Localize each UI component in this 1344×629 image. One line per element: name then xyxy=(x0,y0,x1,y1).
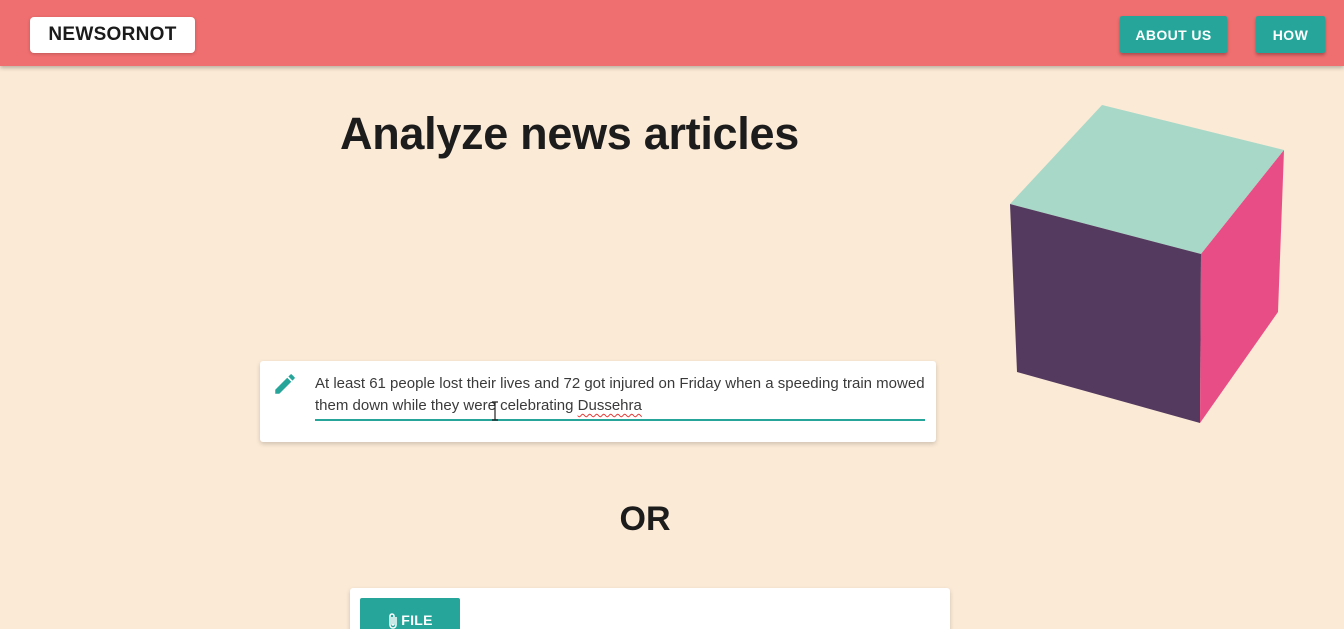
page: NEWSORNOT ABOUT US HOW Analyze news arti… xyxy=(0,0,1344,629)
page-title: Analyze news articles xyxy=(340,108,799,159)
file-upload-button[interactable]: FILE xyxy=(360,598,460,629)
cube-graphic xyxy=(1010,105,1284,423)
or-separator: OR xyxy=(619,500,671,538)
paperclip-icon xyxy=(389,613,397,629)
pencil-icon xyxy=(275,374,295,394)
brand-logo[interactable]: NEWSORNOT xyxy=(30,17,195,53)
misspelled-word: Dussehra xyxy=(577,397,642,414)
about-us-button[interactable]: ABOUT US xyxy=(1120,16,1227,53)
how-button[interactable]: HOW xyxy=(1256,16,1325,53)
article-text-input[interactable]: At least 61 people lost their lives and … xyxy=(315,373,925,421)
article-input-card: At least 61 people lost their lives and … xyxy=(260,361,936,442)
file-upload-card: FILE xyxy=(350,588,950,629)
file-button-label: FILE xyxy=(401,612,433,628)
text-cursor-icon xyxy=(492,401,498,421)
navbar: NEWSORNOT ABOUT US HOW xyxy=(0,0,1344,66)
